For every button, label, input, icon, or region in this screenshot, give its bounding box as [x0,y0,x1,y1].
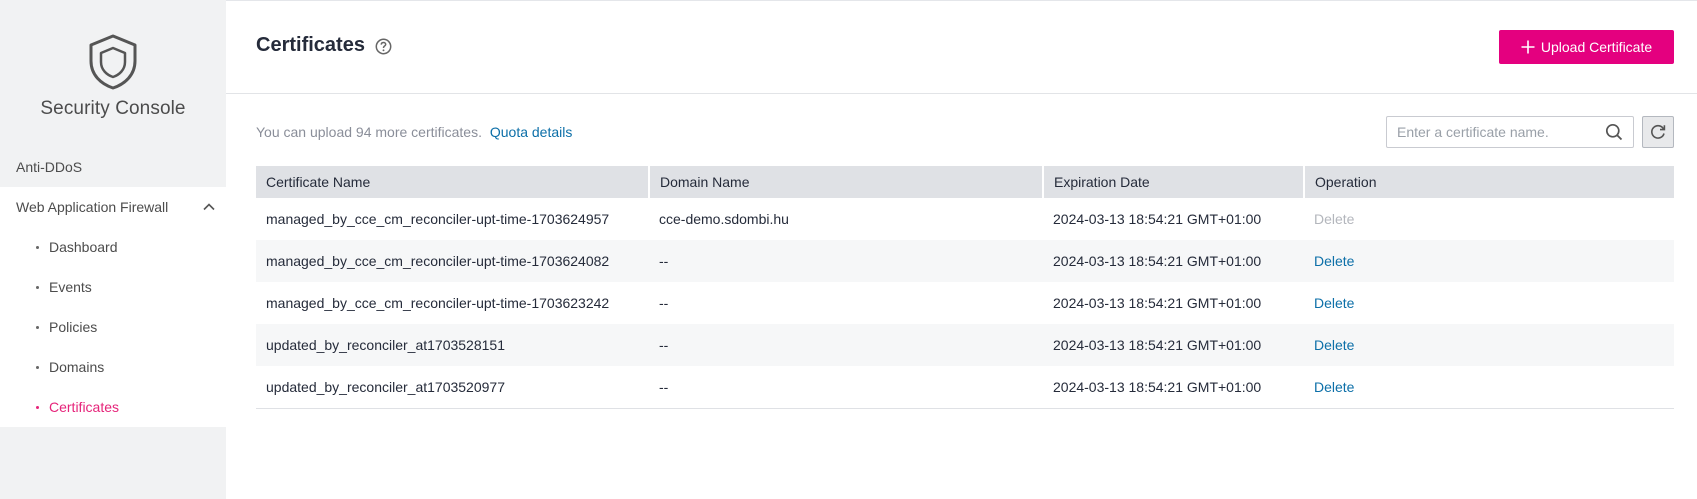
sidebar-item-label: Dashboard [49,239,118,255]
delete-link[interactable]: Delete [1314,337,1354,353]
operation-cell: Delete [1304,366,1674,408]
expiration-date-cell: 2024-03-13 18:54:21 GMT+01:00 [1053,211,1262,227]
expiration-date-cell: 2024-03-13 18:54:21 GMT+01:00 [1053,337,1262,353]
bullet-icon [36,405,39,409]
table-row: managed_by_cce_cm_reconciler-upt-time-17… [256,198,1674,240]
sidebar-item-label: Events [49,279,92,295]
sidebar-item-label: Web Application Firewall [16,199,169,215]
search-icon[interactable] [1605,123,1623,141]
domain-name-cell: -- [659,378,669,395]
question-circle-icon[interactable] [375,38,392,55]
console-title: Security Console [40,98,186,119]
sidebar-item-label: Policies [49,319,98,335]
table-row: updated_by_reconciler_at1703528151 -- 20… [256,324,1674,366]
expiration-date-cell: 2024-03-13 18:54:21 GMT+01:00 [1053,378,1262,395]
expiration-date-cell: 2024-03-13 18:54:21 GMT+01:00 [1053,295,1262,311]
table-tools [1386,116,1674,148]
page-header: Certificates Upload Certificate [226,1,1697,94]
column-header-domain-name: Domain Name [649,166,1044,198]
domain-name-cell: -- [659,295,669,311]
bullet-icon [36,325,39,329]
sidebar-item-web-application-firewall[interactable]: Web Application Firewall [0,187,226,227]
chevron-up-icon[interactable] [202,200,216,214]
domain-name-cell: -- [659,253,669,269]
column-header-operation: Operation [1315,174,1377,190]
expiration-date-cell: 2024-03-13 18:54:21 GMT+01:00 [1053,253,1262,269]
waf-submenu: Dashboard Events Policies Domains Certif… [0,227,226,427]
sidebar-item-events[interactable]: Events [0,267,226,307]
delete-link[interactable]: Delete [1314,295,1354,311]
certificate-panel: You can upload 94 more certificates. Quo… [226,94,1697,409]
bullet-icon [36,245,39,249]
column-header-certificate-name: Certificate Name [256,166,650,198]
search-input[interactable] [1397,124,1595,140]
table-row: managed_by_cce_cm_reconciler-upt-time-17… [256,240,1674,282]
sidebar-item-policies[interactable]: Policies [0,307,226,347]
delete-link[interactable]: Delete [1314,253,1354,269]
quota-text: You can upload 94 more certificates. [256,124,482,140]
search-box [1386,116,1634,148]
certificate-name-cell: updated_by_reconciler_at1703528151 [266,337,505,353]
sidebar-item-anti-ddos[interactable]: Anti-DDoS [0,147,226,187]
sidebar-item-dashboard[interactable]: Dashboard [0,227,226,267]
sidebar: Security Console Anti-DDoS Web Applicati… [0,0,226,499]
operation-cell: Delete [1304,240,1674,282]
sidebar-item-label: Certificates [49,399,120,415]
sidebar-item-label: Domains [49,359,105,375]
refresh-button[interactable] [1642,116,1674,148]
app: Security Console Anti-DDoS Web Applicati… [0,0,1697,499]
certificate-name-cell: managed_by_cce_cm_reconciler-upt-time-17… [266,253,610,269]
table-row: managed_by_cce_cm_reconciler-upt-time-17… [256,282,1674,324]
refresh-icon [1651,124,1666,139]
sidebar-header: Security Console [0,0,226,147]
shield-icon [89,34,137,90]
page-title: Certificates [256,34,365,56]
domain-name-cell: cce-demo.sdombi.hu [659,211,789,227]
table-row: updated_by_reconciler_at1703520977 -- 20… [256,366,1674,408]
operation-cell: Delete [1304,282,1674,324]
bullet-icon [36,285,39,289]
table-header-row: Certificate Name Domain Name Expiration … [256,166,1674,198]
certificate-name-cell: managed_by_cce_cm_reconciler-upt-time-17… [266,211,610,227]
sidebar-item-label: Anti-DDoS [16,159,83,175]
sidebar-item-certificates[interactable]: Certificates [0,387,226,427]
certificate-name-cell: managed_by_cce_cm_reconciler-upt-time-17… [266,295,610,311]
toolbar: You can upload 94 more certificates. Quo… [256,94,1674,166]
column-header-expiration-date: Expiration Date [1043,166,1305,198]
sidebar-item-domains[interactable]: Domains [0,347,226,387]
domain-name-cell: -- [659,337,669,353]
quota-details-link[interactable]: Quota details [490,124,573,140]
operation-cell: Delete [1304,324,1674,366]
bullet-icon [36,365,39,369]
quota-info: You can upload 94 more certificates. Quo… [256,124,572,140]
plus-icon [1521,40,1535,54]
delete-link: Delete [1314,211,1355,227]
certificates-table: Certificate Name Domain Name Expiration … [256,166,1674,409]
operation-cell: Delete [1304,198,1674,240]
main-content: Certificates Upload Certificate You can … [226,0,1697,499]
certificate-name-cell: updated_by_reconciler_at1703520977 [266,378,505,395]
upload-button-label: Upload Certificate [1540,39,1653,55]
delete-link[interactable]: Delete [1314,379,1354,395]
upload-certificate-button[interactable]: Upload Certificate [1499,30,1674,64]
